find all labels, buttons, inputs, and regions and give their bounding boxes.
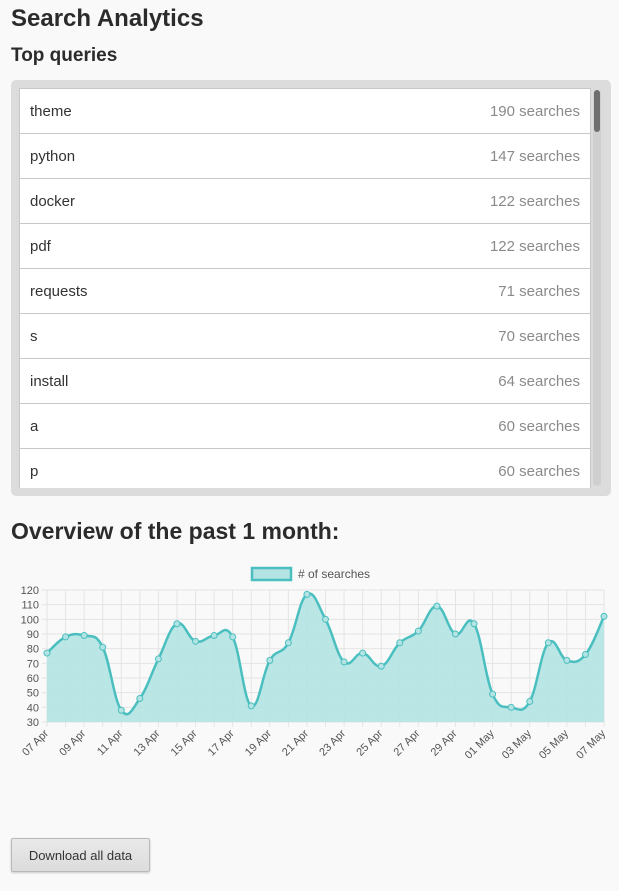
y-tick-label: 90: [27, 629, 39, 641]
data-point: [303, 590, 311, 598]
data-point: [563, 656, 571, 664]
data-point: [470, 620, 478, 628]
x-tick-label: 05 May: [537, 727, 571, 761]
x-tick-label: 19 Apr: [243, 727, 274, 758]
data-point: [507, 703, 515, 711]
data-point: [136, 695, 144, 703]
data-point: [451, 630, 459, 638]
x-tick-label: 07 May: [574, 727, 608, 761]
data-point: [154, 655, 162, 663]
data-point: [414, 627, 422, 635]
query-count: 71 searches: [498, 282, 580, 300]
data-point: [210, 631, 218, 639]
scrollbar-thumb[interactable]: [594, 90, 600, 132]
x-tick-label: 17 Apr: [206, 727, 237, 758]
query-term: install: [30, 372, 69, 390]
data-point: [284, 639, 292, 647]
y-tick-label: 30: [27, 717, 39, 729]
query-count: 70 searches: [498, 327, 580, 345]
query-term: requests: [30, 282, 88, 300]
query-row[interactable]: theme 190 searches: [19, 88, 591, 134]
x-tick-label: 03 May: [500, 727, 534, 761]
searches-chart: 30 40 50 60 70 80 90 100 110 120 07 Apr 09 Apr 11 Ap…: [20, 566, 608, 762]
legend-label: # of searches: [298, 567, 370, 581]
x-tick-label: 07 Apr: [20, 727, 51, 758]
query-row[interactable]: s 70 searches: [19, 314, 591, 359]
top-queries-list-viewport: theme 190 searches python 147 searches docke…: [19, 88, 591, 488]
x-tick-label: 25 Apr: [354, 727, 385, 758]
query-term: docker: [30, 192, 76, 210]
data-point: [192, 637, 200, 645]
x-tick-label: 01 May: [463, 727, 497, 761]
data-point: [526, 697, 534, 705]
query-term: s: [30, 327, 38, 345]
query-count: 60 searches: [498, 417, 580, 435]
y-tick-label: 40: [27, 702, 39, 714]
query-count: 190 searches: [489, 102, 580, 120]
query-row[interactable]: docker 122 searches: [19, 179, 591, 224]
query-row[interactable]: a 60 searches: [19, 404, 591, 449]
data-point: [581, 651, 589, 659]
query-count: 122 searches: [489, 237, 580, 255]
y-tick-label: 120: [21, 585, 39, 597]
query-term: a: [30, 417, 39, 435]
data-point: [359, 649, 367, 657]
query-row[interactable]: pdf 122 searches: [19, 224, 591, 269]
query-count: 147 searches: [489, 147, 580, 165]
query-count: 64 searches: [498, 372, 580, 390]
data-point: [117, 706, 125, 714]
data-point: [322, 615, 329, 623]
scrollbar[interactable]: [593, 90, 601, 486]
data-point: [62, 633, 70, 641]
query-count: 60 searches: [498, 462, 580, 480]
page-title: Search Analytics: [11, 5, 204, 32]
y-tick-label: 60: [27, 673, 39, 685]
query-row[interactable]: install 64 searches: [19, 359, 591, 404]
data-point: [247, 702, 255, 710]
data-point: [80, 631, 88, 639]
top-queries-title: Top queries: [11, 45, 118, 66]
query-term: p: [30, 462, 39, 480]
x-tick-label: 15 Apr: [169, 727, 200, 758]
data-point: [340, 658, 348, 666]
x-tick-label: 11 Apr: [95, 727, 126, 758]
x-tick-label: 29 Apr: [429, 727, 460, 758]
x-tick-label: 13 Apr: [132, 727, 163, 758]
data-point: [489, 690, 497, 698]
data-point: [43, 649, 51, 657]
query-row[interactable]: p 60 searches: [19, 449, 591, 488]
x-tick-label: 09 Apr: [57, 727, 88, 758]
data-point: [433, 602, 441, 610]
x-tick-label: 21 Apr: [280, 727, 311, 758]
query-term: pdf: [30, 237, 51, 255]
data-point: [99, 643, 107, 651]
data-point: [229, 633, 237, 641]
y-tick-label: 110: [21, 600, 39, 612]
data-point: [600, 612, 608, 620]
legend-swatch: [250, 566, 293, 582]
x-tick-label: 27 Apr: [391, 727, 422, 758]
query-term: python: [30, 147, 76, 165]
query-row[interactable]: python 147 searches: [19, 134, 591, 179]
download-all-data-button[interactable]: Download all data: [11, 838, 150, 872]
y-tick-label: 50: [27, 688, 39, 700]
query-row[interactable]: requests 71 searches: [19, 269, 591, 314]
y-tick-label: 100: [21, 614, 39, 626]
data-point: [396, 639, 404, 647]
data-point: [173, 620, 181, 628]
top-queries-list[interactable]: theme 190 searches python 147 searches docke…: [11, 80, 611, 496]
y-tick-label: 80: [27, 644, 39, 656]
data-point: [544, 639, 552, 647]
query-count: 122 searches: [489, 192, 580, 210]
data-point: [266, 656, 274, 664]
data-point: [377, 662, 385, 670]
x-tick-label: 23 Apr: [317, 727, 348, 758]
y-tick-label: 70: [27, 658, 39, 670]
query-term: theme: [30, 102, 72, 120]
overview-title: Overview of the past 1 month:: [11, 518, 340, 544]
